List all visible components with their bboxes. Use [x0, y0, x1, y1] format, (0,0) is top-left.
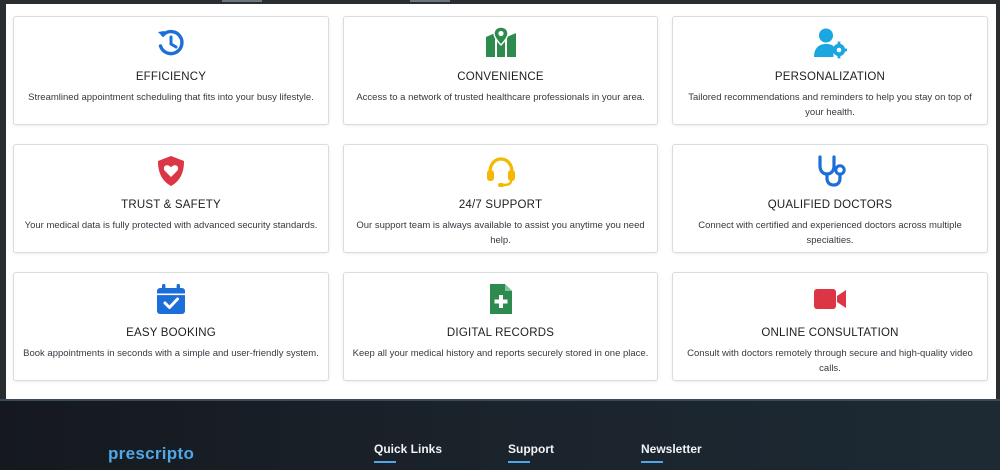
footer-brand-logo[interactable]: prescripto — [108, 444, 194, 464]
feature-description: Book appointments in seconds with a simp… — [23, 348, 319, 359]
feature-card-personalization: PERSONALIZATION Tailored recommendations… — [672, 16, 988, 125]
feature-description: Access to a network of trusted healthcar… — [356, 92, 645, 103]
medical-file-icon — [484, 282, 518, 316]
top-strip-mark — [410, 0, 450, 2]
heading-underline — [508, 461, 530, 463]
feature-title: EFFICIENCY — [135, 71, 207, 83]
frame-left — [0, 0, 6, 400]
footer-heading-label: Newsletter — [641, 442, 702, 456]
user-gear-icon — [813, 26, 847, 60]
feature-title: QUALIFIED DOCTORS — [767, 199, 893, 211]
feature-card-online-consultation: ONLINE CONSULTATION Consult with doctors… — [672, 272, 988, 381]
footer-heading-newsletter: Newsletter — [641, 442, 702, 463]
top-strip-mark — [222, 0, 262, 2]
headset-icon — [484, 154, 518, 188]
feature-description: Consult with doctors remotely through se… — [687, 348, 973, 374]
feature-title: DIGITAL RECORDS — [446, 327, 555, 339]
feature-card-qualified-doctors: QUALIFIED DOCTORS Connect with certified… — [672, 144, 988, 253]
feature-card-digital-records: DIGITAL RECORDS Keep all your medical hi… — [343, 272, 658, 381]
frame-right — [996, 0, 1000, 400]
feature-title: CONVENIENCE — [457, 71, 544, 83]
footer-heading-label: Quick Links — [374, 442, 443, 456]
footer-heading-quick-links: Quick Links — [374, 442, 442, 463]
heading-underline — [374, 461, 396, 463]
features-grid: EFFICIENCY Streamlined appointment sched… — [13, 16, 988, 381]
feature-title: 24/7 SUPPORT — [458, 199, 543, 211]
footer-heading-support: Support — [508, 442, 554, 463]
calendar-check-icon — [154, 282, 188, 316]
feature-description: Streamlined appointment scheduling that … — [28, 92, 314, 103]
stethoscope-icon — [813, 154, 847, 188]
feature-card-easy-booking: EASY BOOKING Book appointments in second… — [13, 272, 329, 381]
footer-heading-label: Support — [508, 442, 554, 456]
feature-description: Your medical data is fully protected wit… — [24, 220, 318, 231]
feature-description: Connect with certified and experienced d… — [698, 220, 962, 246]
feature-title: PERSONALIZATION — [774, 71, 886, 83]
site-footer: prescripto Quick Links Support Newslette… — [0, 399, 1000, 470]
feature-title: EASY BOOKING — [126, 327, 216, 339]
history-icon — [154, 26, 188, 60]
map-marker-icon — [484, 26, 518, 60]
feature-title: TRUST & SAFETY — [121, 199, 221, 211]
feature-description: Our support team is always available to … — [356, 220, 645, 246]
video-camera-icon — [813, 282, 847, 316]
feature-card-convenience: CONVENIENCE Access to a network of trust… — [343, 16, 658, 125]
feature-card-support: 24/7 SUPPORT Our support team is always … — [343, 144, 658, 253]
top-strip — [0, 0, 1000, 4]
feature-card-trust-safety: TRUST & SAFETY Your medical data is full… — [13, 144, 329, 253]
heading-underline — [641, 461, 663, 463]
feature-description: Tailored recommendations and reminders t… — [688, 92, 972, 118]
feature-card-efficiency: EFFICIENCY Streamlined appointment sched… — [13, 16, 329, 125]
feature-description: Keep all your medical history and report… — [352, 348, 649, 359]
feature-title: ONLINE CONSULTATION — [761, 327, 899, 339]
shield-heart-icon — [154, 154, 188, 188]
